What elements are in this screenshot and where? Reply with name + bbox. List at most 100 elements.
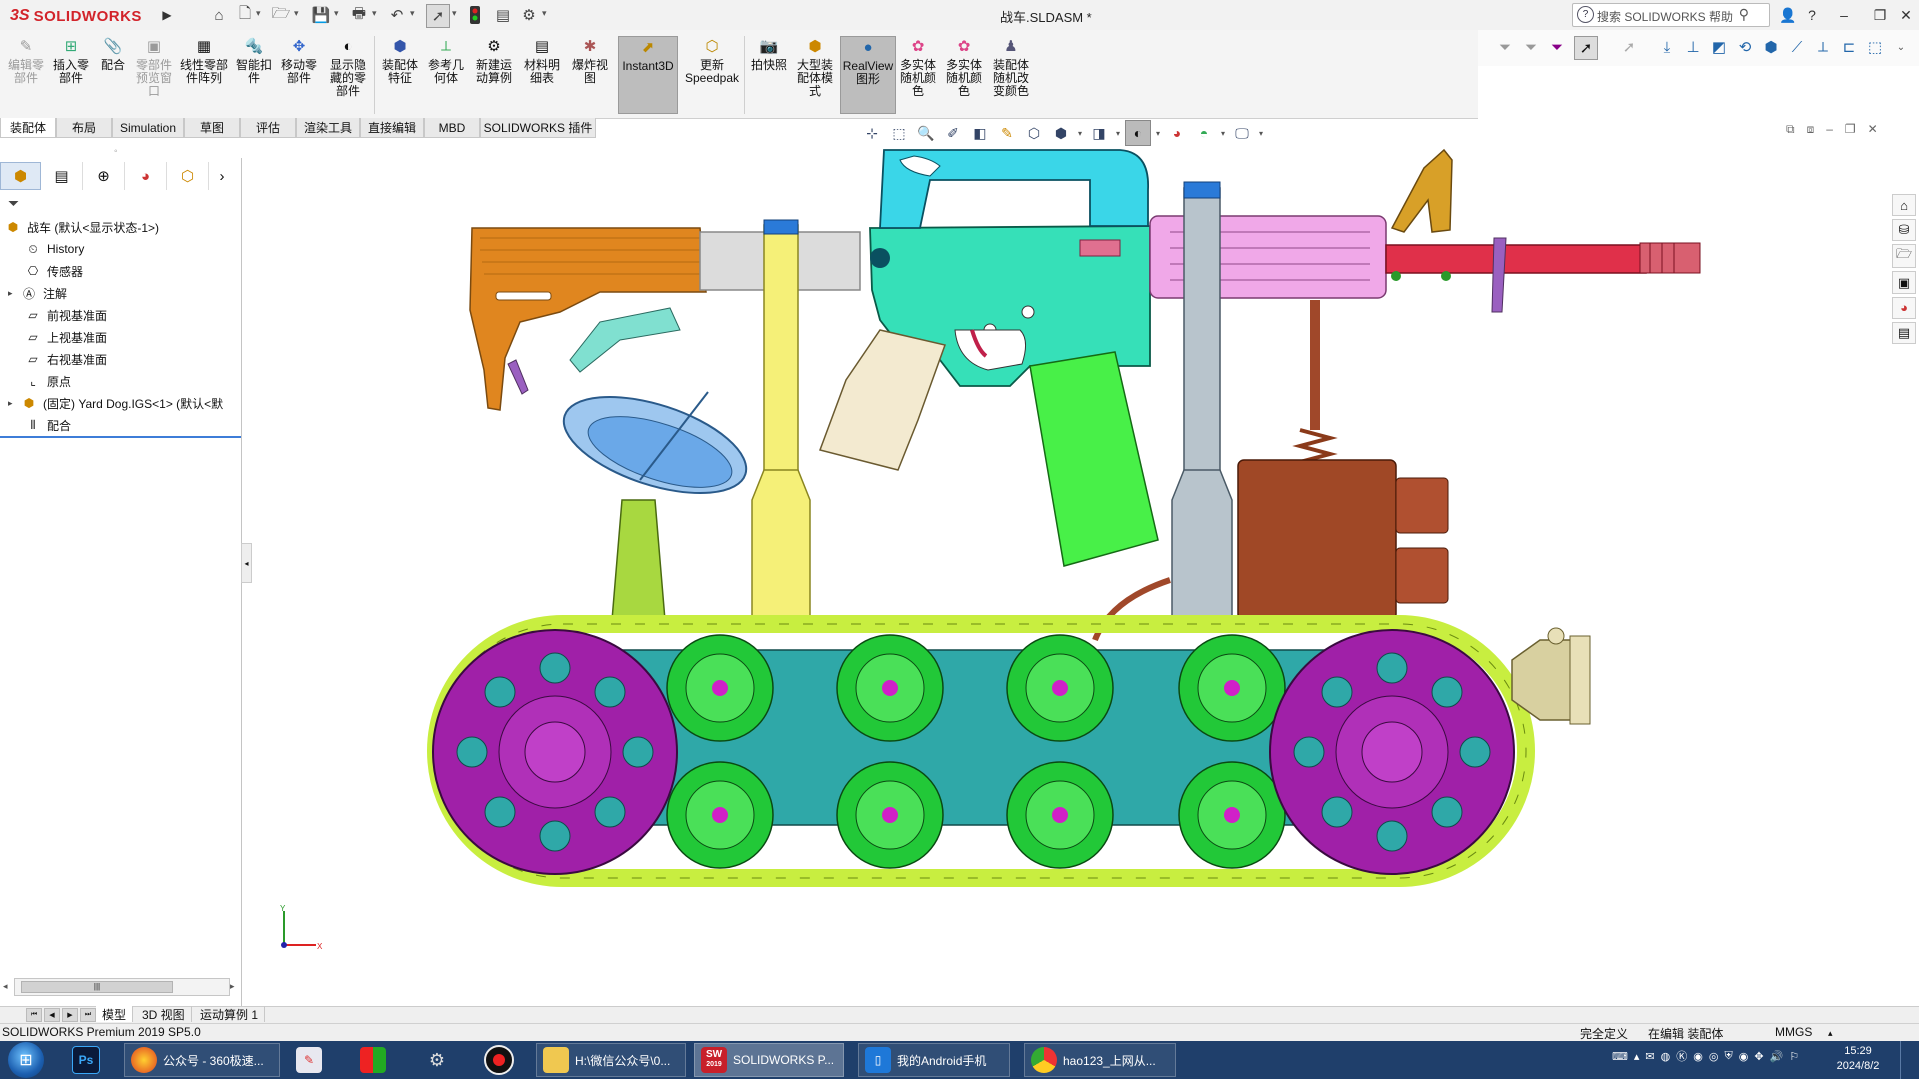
network-icon[interactable]: ◍ xyxy=(1661,1050,1671,1063)
select-arrow-icon[interactable]: ➚ xyxy=(1574,36,1598,60)
minimize-button[interactable]: – xyxy=(1832,4,1856,26)
assembly-random-color-button[interactable]: ♟ 装配体 随机改 变颜色 xyxy=(988,36,1034,98)
start-button-icon[interactable]: ⊞ xyxy=(8,1042,44,1078)
taskbar-chrome[interactable]: hao123_上网从... xyxy=(1024,1043,1176,1077)
taskbar-tool[interactable] xyxy=(360,1043,392,1077)
dimxpert-tab-icon[interactable]: ⬡ xyxy=(167,162,209,190)
component-preview-button[interactable]: ▣ 零部件 预览窗 口 xyxy=(134,36,174,98)
save-icon[interactable]: 💾 xyxy=(310,4,332,26)
keyboard-icon[interactable]: ⌨ xyxy=(1612,1050,1628,1063)
magazine[interactable] xyxy=(1029,351,1159,567)
tab-model[interactable]: 模型 xyxy=(96,1006,134,1022)
system-clock[interactable]: 15:29 2024/8/2 xyxy=(1826,1044,1890,1074)
tree-item-mates[interactable]: ⦀ 配合 xyxy=(24,414,71,436)
search-icon[interactable]: ⚲ xyxy=(1739,6,1749,23)
tab-motion-study[interactable]: 运动算例 1 xyxy=(194,1006,266,1022)
expand-arrow-icon[interactable]: ▸ xyxy=(8,288,20,299)
restore-button[interactable]: ❐ xyxy=(1868,4,1892,26)
tab-render-tools[interactable]: 渲染工具 xyxy=(296,118,360,138)
first-tab-icon[interactable]: ⏮ xyxy=(26,1008,42,1022)
select-pointer-icon[interactable]: ➚ xyxy=(426,4,450,28)
filter-toggle-icon[interactable]: ⏷ xyxy=(1520,36,1542,58)
appearances-scenes-icon[interactable]: ◕ xyxy=(1892,296,1916,319)
file-explorer-icon[interactable]: 🗁 xyxy=(1892,244,1916,269)
tree-item-sensors[interactable]: ⎔ 传感器 xyxy=(24,260,83,282)
filter-icon[interactable]: ⏷ xyxy=(1494,36,1516,58)
record-tray-icon[interactable]: ◉ xyxy=(1739,1050,1749,1063)
prev-tab-icon[interactable]: ◀ xyxy=(44,1008,60,1022)
print-icon[interactable]: 🖶 xyxy=(348,4,370,26)
taskbar-android[interactable]: ▯ 我的Android手机 xyxy=(858,1043,1010,1077)
sling-mount[interactable] xyxy=(569,307,681,373)
taskbar-photoshop[interactable]: Ps xyxy=(72,1043,106,1077)
model-viewport[interactable] xyxy=(250,140,1890,1000)
viewport-link-icon[interactable]: ⧈ xyxy=(1807,122,1815,137)
tree-item-right-plane[interactable]: ▱ 右视基准面 xyxy=(24,348,107,370)
viewport-minimize-icon[interactable]: – xyxy=(1826,122,1833,137)
magnetic-select-icon[interactable]: ➚ xyxy=(1618,36,1640,58)
tab-mbd[interactable]: MBD xyxy=(424,118,480,138)
tray-expand-icon[interactable]: ▴ xyxy=(1634,1050,1640,1063)
sketch-line-icon[interactable]: ⟋ xyxy=(1786,36,1808,58)
viewport-close-icon[interactable]: ✕ xyxy=(1868,122,1878,137)
print-dropdown-icon[interactable]: ▾ xyxy=(372,8,377,19)
section-icon[interactable]: ⊏ xyxy=(1838,36,1860,58)
save-dropdown-icon[interactable]: ▾ xyxy=(334,8,339,19)
insert-component-button[interactable]: ⊞ 插入零 部件 xyxy=(50,36,92,85)
solidworks-resources-icon[interactable]: ⌂ xyxy=(1892,194,1916,217)
open-folder-icon[interactable]: 🗁 xyxy=(270,4,292,26)
unit-system[interactable]: MMGS xyxy=(1775,1025,1812,1039)
tree-filter-icon[interactable]: ⏷ xyxy=(8,195,19,212)
feature-manager-tab-icon[interactable]: ⬢ xyxy=(0,162,41,190)
property-manager-tab-icon[interactable]: ▤ xyxy=(41,162,83,190)
linear-pattern-button[interactable]: ▦ 线性零部 件阵列 xyxy=(178,36,230,85)
last-tab-icon[interactable]: ⏭ xyxy=(80,1008,96,1022)
shield-icon[interactable]: ⛨ xyxy=(1724,1050,1732,1063)
pistol-grip[interactable] xyxy=(819,329,946,471)
configuration-manager-tab-icon[interactable]: ⊕ xyxy=(83,162,125,190)
viewport-split-icon[interactable]: ⧉ xyxy=(1786,122,1795,137)
wechat-icon[interactable]: ◉ xyxy=(1693,1050,1703,1063)
next-tab-icon[interactable]: ▶ xyxy=(62,1008,78,1022)
mouse-icon[interactable]: ✥ xyxy=(1754,1050,1763,1063)
help-search-input[interactable]: ? 搜索 SOLIDWORKS 帮助 ⚲ xyxy=(1572,3,1770,27)
assembly-feature-button[interactable]: ⬢ 装配体 特征 xyxy=(378,36,422,85)
tree-item-yard-dog[interactable]: ▸ ⬢ (固定) Yard Dog.IGS<1> (默认<默 xyxy=(8,392,238,414)
open-dropdown-icon[interactable]: ▾ xyxy=(294,8,299,19)
realview-button[interactable]: ● RealView 图形 xyxy=(840,36,896,114)
user-account-icon[interactable]: 👤 xyxy=(1776,4,1800,26)
viewport-restore-icon[interactable]: ❐ xyxy=(1845,122,1856,137)
speedpak-button[interactable]: ⬡ 更新 Speedpak xyxy=(684,36,740,85)
scroll-left-icon[interactable]: ◂ xyxy=(3,981,8,992)
flag-icon[interactable]: ⚐ xyxy=(1789,1050,1799,1063)
tree-item-annotations[interactable]: ▸ Ⓐ 注解 xyxy=(8,282,67,304)
tree-item-top-plane[interactable]: ▱ 上视基准面 xyxy=(24,326,107,348)
options-dropdown-icon[interactable]: ▾ xyxy=(542,8,547,19)
view-options-icon[interactable]: ⬚ xyxy=(1864,36,1886,58)
tree-item-front-plane[interactable]: ▱ 前视基准面 xyxy=(24,304,107,326)
file-properties-icon[interactable]: ▤ xyxy=(492,4,514,26)
tab-simulation[interactable]: Simulation xyxy=(112,118,184,138)
move-component-button[interactable]: ✥ 移动零 部件 xyxy=(278,36,320,85)
view-palette-icon[interactable]: ▣ xyxy=(1892,271,1916,294)
expand-arrow-icon[interactable]: ▸ xyxy=(8,398,20,409)
horizontal-scrollbar[interactable]: ||| xyxy=(14,978,230,996)
edit-component-button[interactable]: ✎ 编辑零 部件 xyxy=(6,36,46,85)
taskbar-paint[interactable]: ✎ xyxy=(296,1043,328,1077)
instant3d-button[interactable]: ⬈ Instant3D xyxy=(618,36,678,114)
rotate-view-icon[interactable]: ⟲ xyxy=(1734,36,1756,58)
reference-geometry-button[interactable]: ⟂ 参考几 何体 xyxy=(424,36,468,85)
select-dropdown-icon[interactable]: ▾ xyxy=(452,8,457,19)
snap-line-icon[interactable]: ⊥ xyxy=(1682,36,1704,58)
home-icon[interactable]: ⌂ xyxy=(208,4,230,26)
bom-button[interactable]: ▤ 材料明 细表 xyxy=(520,36,564,85)
undo-icon[interactable]: ↶ xyxy=(386,4,408,26)
options-gear-icon[interactable]: ⚙ xyxy=(518,4,540,26)
taskbar-360-browser[interactable]: 公众号 - 360极速... xyxy=(124,1043,280,1077)
close-button[interactable]: ✕ xyxy=(1894,4,1918,26)
display-manager-tab-icon[interactable]: ◕ xyxy=(125,162,167,190)
tab-layout[interactable]: 布局 xyxy=(56,118,112,138)
front-sight[interactable] xyxy=(1390,148,1453,233)
undo-dropdown-icon[interactable]: ▾ xyxy=(410,8,415,19)
taskbar-recorder[interactable] xyxy=(484,1043,520,1077)
